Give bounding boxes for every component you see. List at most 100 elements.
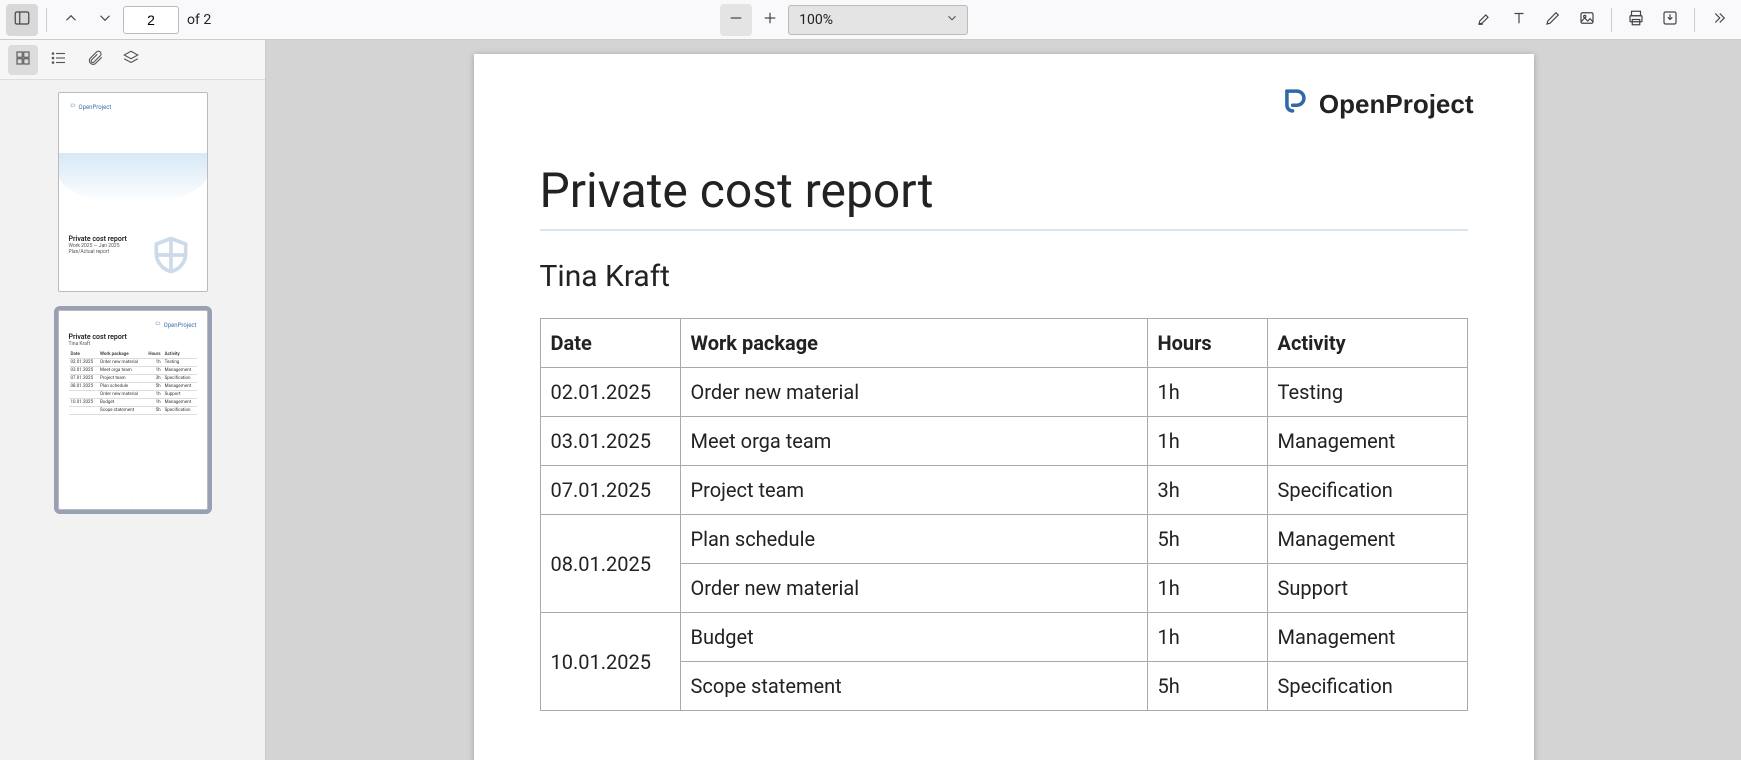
table-row: 07.01.2025 Project team 3h Specification [540, 466, 1467, 515]
thumbnails-sidebar: OpenProject Private cost report Work 202… [0, 40, 266, 760]
toolbar-separator [46, 8, 47, 32]
thumb-table: DateWork packageHoursActivity 02.01.2025… [69, 351, 197, 415]
page-number-input[interactable] [123, 6, 179, 34]
chevrons-right-icon [1710, 9, 1728, 31]
pdf-toolbar: of 2 100% [0, 0, 1741, 40]
sidebar-tabs [0, 40, 265, 80]
more-tools-button[interactable] [1703, 4, 1735, 36]
page-nav-group: of 2 [55, 4, 219, 36]
outline-tab[interactable] [44, 45, 74, 75]
cell-activity: Management [1267, 417, 1467, 466]
zoom-select[interactable]: 100% [788, 5, 968, 35]
cell-date: 07.01.2025 [540, 466, 680, 515]
printer-icon [1627, 9, 1645, 31]
cell-hours: 1h [1147, 368, 1267, 417]
toggle-sidebar-button[interactable] [6, 4, 38, 36]
cell-date: 03.01.2025 [540, 417, 680, 466]
col-wp: Work package [680, 319, 1147, 368]
print-button[interactable] [1620, 4, 1652, 36]
next-page-button[interactable] [89, 4, 121, 36]
image-icon [1578, 9, 1596, 31]
thumb-title: Private cost report [69, 333, 197, 341]
table-row: Scope statement 5h Specification [540, 662, 1467, 711]
highlight-tool-button[interactable] [1469, 4, 1501, 36]
cell-activity: Management [1267, 613, 1467, 662]
cell-activity: Support [1267, 564, 1467, 613]
cell-activity: Management [1267, 515, 1467, 564]
cell-date: 02.01.2025 [540, 368, 680, 417]
chevron-up-icon [62, 9, 80, 31]
zoom-out-button[interactable] [720, 4, 752, 36]
attachments-tab[interactable] [80, 45, 110, 75]
cell-activity: Specification [1267, 466, 1467, 515]
text-icon [1510, 9, 1528, 31]
cell-hours: 5h [1147, 515, 1267, 564]
thumb-brand-text: OpenProject [164, 322, 197, 329]
cell-wp: Project team [680, 466, 1147, 515]
sidebar-icon [13, 9, 31, 31]
toolbar-separator [1611, 8, 1612, 32]
prev-page-button[interactable] [55, 4, 87, 36]
chevron-down-icon [96, 9, 114, 31]
zoom-in-button[interactable] [754, 4, 786, 36]
download-icon [1661, 9, 1679, 31]
layers-icon [122, 49, 140, 71]
paperclip-icon [86, 49, 104, 71]
col-activity: Activity [1267, 319, 1467, 368]
thumbnails-tab[interactable] [8, 45, 38, 75]
thumb-subtitle: Tina Kraft [69, 341, 197, 347]
thumbnails-list: OpenProject Private cost report Work 202… [0, 80, 265, 760]
table-header-row: Date Work package Hours Activity [540, 319, 1467, 368]
cell-hours: 3h [1147, 466, 1267, 515]
cell-wp: Plan schedule [680, 515, 1147, 564]
page-total-label: of 2 [187, 12, 211, 28]
zoom-group: 100% [720, 4, 968, 36]
thumb-brand-text: OpenProject [79, 104, 112, 111]
cell-hours: 1h [1147, 613, 1267, 662]
chevron-down-icon [945, 11, 959, 29]
shield-icon [149, 233, 193, 277]
cell-wp: Order new material [680, 368, 1147, 417]
thumbnail-page-1[interactable]: OpenProject Private cost report Work 202… [58, 92, 208, 292]
image-tool-button[interactable] [1571, 4, 1603, 36]
document-subtitle: Tina Kraft [540, 259, 1468, 294]
table-row: 08.01.2025 Plan schedule 5h Management [540, 515, 1467, 564]
cell-wp: Meet orga team [680, 417, 1147, 466]
toolbar-separator [1694, 8, 1695, 32]
text-tool-button[interactable] [1503, 4, 1535, 36]
plus-icon [761, 9, 779, 31]
thumb-brand: OpenProject [154, 321, 197, 329]
table-row: 02.01.2025 Order new material 1h Testing [540, 368, 1467, 417]
thumbnail-page-2[interactable]: OpenProject Private cost report Tina Kra… [58, 310, 208, 510]
table-row: 10.01.2025 Budget 1h Management [540, 613, 1467, 662]
document-title: Private cost report [540, 162, 1468, 231]
layers-tab[interactable] [116, 45, 146, 75]
col-date: Date [540, 319, 680, 368]
cost-report-table: Date Work package Hours Activity 02.01.2… [540, 318, 1468, 711]
cell-date: 08.01.2025 [540, 515, 680, 613]
openproject-icon [1277, 84, 1311, 125]
cell-wp: Scope statement [680, 662, 1147, 711]
thumb-footer: ··· [69, 498, 197, 503]
cell-activity: Specification [1267, 662, 1467, 711]
pencil-icon [1544, 9, 1562, 31]
cell-hours: 1h [1147, 417, 1267, 466]
annotate-tools [1469, 4, 1735, 36]
document-viewport[interactable]: OpenProject Private cost report Tina Kra… [266, 40, 1741, 760]
grid-icon [14, 49, 32, 71]
brand-text: OpenProject [1319, 89, 1474, 120]
brand-logo: OpenProject [1277, 84, 1474, 125]
cell-wp: Budget [680, 613, 1147, 662]
download-button[interactable] [1654, 4, 1686, 36]
table-row: Order new material 1h Support [540, 564, 1467, 613]
table-row: 03.01.2025 Meet orga team 1h Management [540, 417, 1467, 466]
zoom-value: 100% [799, 12, 833, 28]
cell-wp: Order new material [680, 564, 1147, 613]
highlighter-icon [1476, 9, 1494, 31]
list-icon [50, 49, 68, 71]
cell-date: 10.01.2025 [540, 613, 680, 711]
col-hours: Hours [1147, 319, 1267, 368]
draw-tool-button[interactable] [1537, 4, 1569, 36]
workspace: OpenProject Private cost report Work 202… [0, 40, 1741, 760]
pdf-page-2: OpenProject Private cost report Tina Kra… [474, 54, 1534, 760]
